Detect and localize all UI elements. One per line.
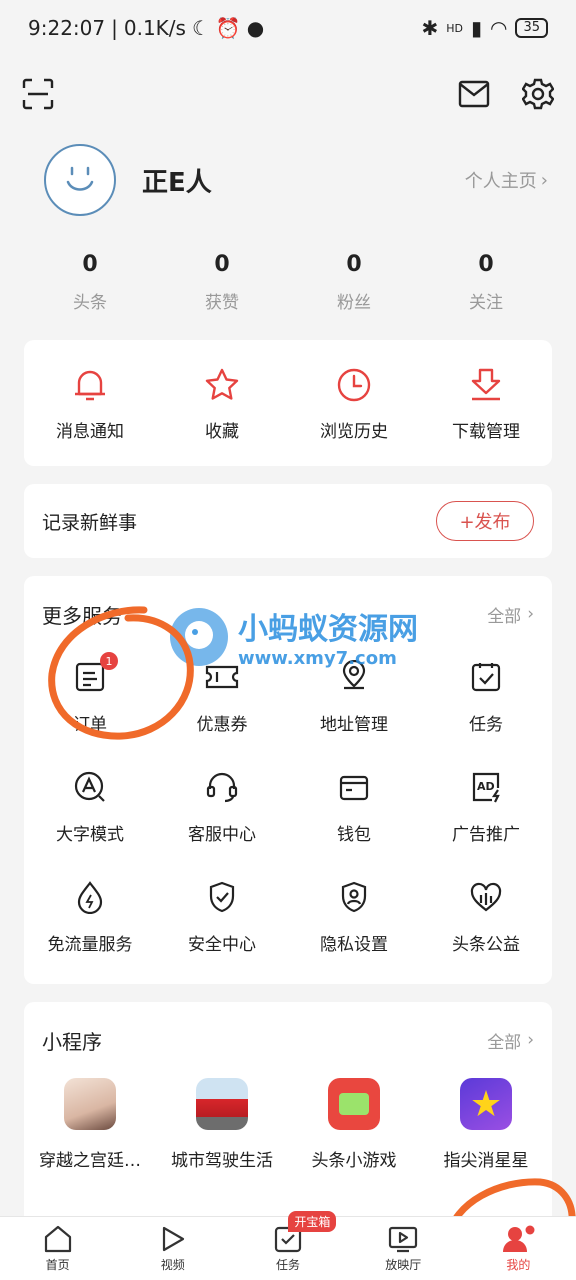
mini-program-city-driving[interactable]: 城市驾驶生活 (156, 1078, 288, 1171)
stat-followers[interactable]: 0 粉丝 (288, 252, 420, 313)
status-bar: 9:22:07 | 0.1K/s ☾ ⏰ ● ✱ HD ▮ ◠ 35 (0, 0, 576, 56)
service-privacy[interactable]: 隐私设置 (288, 872, 420, 982)
play-icon (160, 1224, 186, 1254)
svg-text:AD: AD (477, 780, 495, 793)
wallet-icon (334, 768, 374, 806)
homepage-link-label: 个人主页 (464, 171, 537, 192)
quick-actions-card: 消息通知 收藏 浏览历史 下载管理 (24, 340, 552, 466)
bottom-tab-bar: 首页 视频 任务 开宝箱 放映厅 我的 (0, 1211, 576, 1280)
service-orders[interactable]: 1 订单 (24, 652, 156, 762)
record-card: 记录新鲜事 +发布 (24, 484, 552, 558)
profile-icon (501, 1224, 535, 1254)
services-card: 更多服务 全部 › 1 订单 优惠券 地址管理 任务 大字模式 客服中心 钱包 … (24, 576, 552, 984)
mini-programs-card: 小程序 全部 › 穿越之宫廷… 城市驾驶生活 头条小游戏 ★ 指尖消星星 (24, 1002, 552, 1242)
service-coupons[interactable]: 优惠券 (156, 652, 288, 762)
palace-game-icon (64, 1078, 116, 1130)
service-data-free[interactable]: 免流量服务 (24, 872, 156, 982)
mini-program-palace[interactable]: 穿越之宫廷… (24, 1078, 156, 1171)
wifi-icon: ◠ (490, 16, 508, 40)
charity-icon (466, 878, 506, 916)
mini-programs-title: 小程序 (42, 1029, 102, 1054)
quick-favorites[interactable]: 收藏 (156, 365, 288, 442)
task-icon (466, 658, 506, 696)
quick-history[interactable]: 浏览历史 (288, 365, 420, 442)
network-label: HD (446, 21, 463, 35)
battery-indicator: 35 (515, 18, 548, 38)
service-charity[interactable]: 头条公益 (420, 872, 552, 982)
order-icon: 1 (70, 652, 118, 696)
bluetooth-icon: ✱ (421, 16, 439, 40)
quick-downloads[interactable]: 下载管理 (420, 365, 552, 442)
tv-icon (387, 1224, 419, 1254)
status-time: 9:22:07 (28, 16, 106, 40)
stats-row: 0 头条 0 获赞 0 粉丝 0 关注 (24, 252, 552, 313)
tab-theater[interactable]: 放映厅 (346, 1217, 461, 1280)
home-icon (43, 1224, 73, 1254)
star-icon (156, 365, 288, 405)
service-wallet[interactable]: 钱包 (288, 762, 420, 872)
stat-likes[interactable]: 0 获赞 (156, 252, 288, 313)
location-icon (334, 658, 374, 696)
headset-icon (202, 768, 242, 806)
moon-icon: ☾ (191, 16, 210, 40)
stat-following[interactable]: 0 关注 (420, 252, 552, 313)
data-free-icon (70, 878, 110, 916)
coupon-icon (202, 658, 242, 696)
quick-notifications[interactable]: 消息通知 (24, 365, 156, 442)
settings-gear-icon[interactable] (520, 76, 556, 112)
privacy-icon (334, 878, 374, 916)
service-security[interactable]: 安全中心 (156, 872, 288, 982)
stat-posts[interactable]: 0 头条 (24, 252, 156, 313)
service-advertising[interactable]: AD 广告推广 (420, 762, 552, 872)
clock-icon (288, 365, 420, 405)
services-more-link[interactable]: 全部 › (487, 602, 534, 627)
tab-profile[interactable]: 我的 (461, 1217, 576, 1280)
chevron-right-icon: › (527, 1030, 534, 1050)
car-game-icon (196, 1078, 248, 1130)
record-prompt[interactable]: 记录新鲜事 (42, 508, 137, 535)
treasure-chest-tag[interactable]: 开宝箱 (288, 1211, 337, 1232)
bell-icon (24, 365, 156, 405)
status-speed: 0.1K/s (123, 16, 186, 40)
shield-icon (202, 878, 242, 916)
services-title: 更多服务 (42, 603, 122, 628)
mini-programs-more-link[interactable]: 全部 › (487, 1028, 534, 1053)
star-game-icon: ★ (460, 1078, 512, 1130)
chevron-right-icon: › (540, 169, 548, 191)
order-badge: 1 (100, 652, 118, 670)
mini-game-icon (328, 1078, 380, 1130)
top-toolbar (20, 72, 556, 116)
download-icon (420, 365, 552, 405)
signal-icon: ▮ (470, 16, 482, 40)
tab-home[interactable]: 首页 (0, 1217, 115, 1280)
notification-dot-icon: ● (246, 16, 265, 40)
tab-tasks[interactable]: 任务 开宝箱 (230, 1211, 345, 1280)
chevron-right-icon: › (527, 604, 534, 624)
scan-icon[interactable] (20, 76, 56, 112)
avatar[interactable] (44, 144, 116, 216)
homepage-link[interactable]: 个人主页 › (465, 167, 548, 193)
ad-icon: AD (466, 768, 506, 806)
profile-header: 正E人 个人主页 › (44, 144, 548, 216)
alarm-icon: ⏰ (215, 16, 241, 40)
mini-program-toutiao-games[interactable]: 头条小游戏 (288, 1078, 420, 1171)
username[interactable]: 正E人 (142, 162, 212, 199)
tab-video[interactable]: 视频 (115, 1217, 230, 1280)
mini-program-star-pop[interactable]: ★ 指尖消星星 (420, 1078, 552, 1171)
publish-button[interactable]: +发布 (436, 501, 534, 541)
service-customer-support[interactable]: 客服中心 (156, 762, 288, 872)
mail-icon[interactable] (456, 76, 492, 112)
service-large-font[interactable]: 大字模式 (24, 762, 156, 872)
font-size-icon (70, 768, 110, 806)
service-address[interactable]: 地址管理 (288, 652, 420, 762)
service-tasks[interactable]: 任务 (420, 652, 552, 762)
